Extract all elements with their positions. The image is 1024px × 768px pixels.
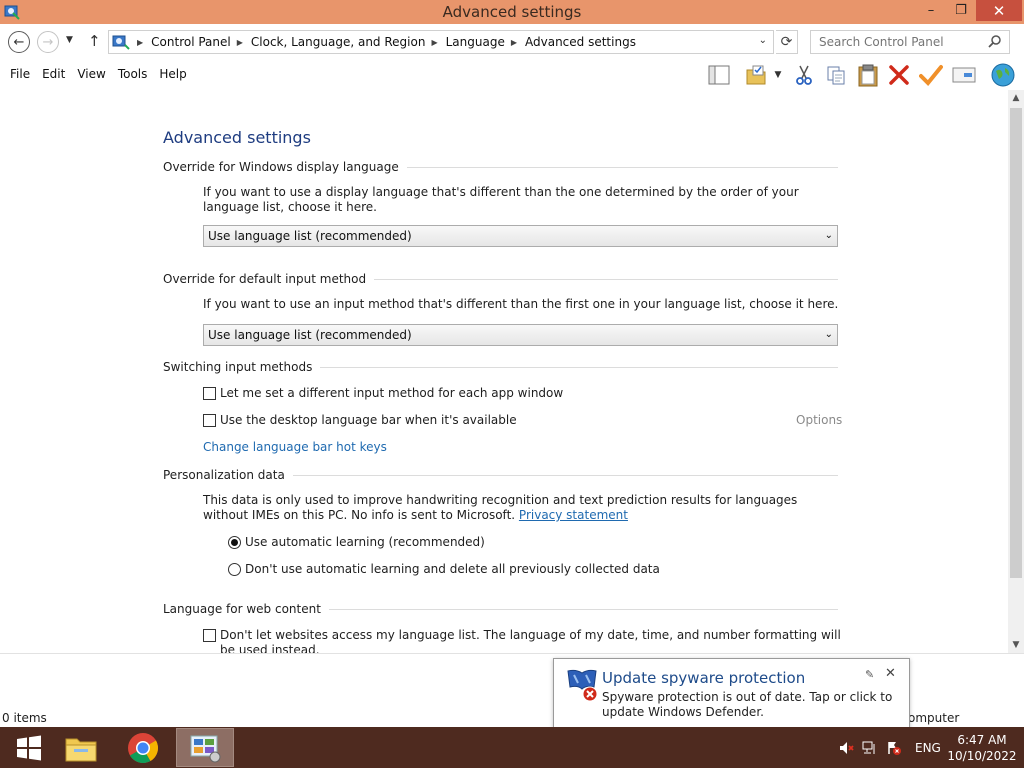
maximize-button[interactable]: ❐ — [948, 0, 974, 21]
search-icon[interactable] — [988, 34, 1002, 48]
per-app-input-checkbox[interactable] — [203, 386, 216, 400]
display-language-heading: Override for Windows display language — [163, 160, 838, 174]
display-language-description: If you want to use a display language th… — [203, 185, 799, 214]
personalization-description: This data is only used to improve handwr… — [203, 493, 798, 522]
item-count: 0 items — [2, 711, 47, 725]
language-bar-checkbox[interactable] — [203, 413, 216, 427]
breadcrumb-advanced-settings[interactable]: Advanced settings — [525, 35, 636, 49]
windows-logo-icon — [17, 735, 41, 760]
action-center-warning-icon[interactable] — [886, 727, 902, 768]
control-panel-icon — [190, 735, 221, 762]
scroll-down-arrow[interactable]: ▼ — [1008, 640, 1024, 650]
notification-close-button[interactable]: ✕ — [885, 666, 896, 681]
scrollbar-thumb[interactable] — [1010, 108, 1022, 578]
breadcrumb-language[interactable]: Language ▶ — [446, 35, 525, 49]
automatic-learning-radio-row[interactable]: Use automatic learning (recommended) — [228, 535, 485, 549]
properties-dropdown-icon[interactable]: ▼ — [768, 62, 788, 88]
automatic-learning-radio[interactable] — [228, 535, 241, 549]
page-title: Advanced settings — [163, 128, 311, 147]
clock[interactable]: 6:47 AM 10/10/2022 — [946, 732, 1018, 764]
web-language-checkbox[interactable] — [203, 629, 216, 642]
language-bar-checkbox-row[interactable]: Use the desktop language bar when it's a… — [203, 413, 517, 427]
windows-defender-warning-icon — [567, 669, 598, 702]
notification-title: Update spyware protection — [602, 669, 806, 687]
chevron-down-icon: ⌄ — [824, 329, 833, 340]
address-row: ← → ▼ ↑ ▶ Control Panel ▶ Clock, Language… — [0, 24, 1024, 60]
scroll-up-arrow[interactable]: ▲ — [1008, 93, 1024, 103]
address-dropdown[interactable]: ⌄ — [759, 35, 767, 46]
vertical-scrollbar[interactable]: ▲ ▼ — [1008, 90, 1024, 653]
control-panel-taskbar-button[interactable] — [176, 728, 234, 767]
address-bar[interactable]: ▶ Control Panel ▶ Clock, Language, and Re… — [108, 30, 774, 54]
forward-button[interactable]: → — [37, 31, 59, 53]
window-title: Advanced settings — [442, 3, 582, 21]
menu-help[interactable]: Help — [153, 67, 192, 81]
content-pane: Advanced settings Override for Windows d… — [0, 90, 1008, 653]
rename-icon[interactable] — [951, 62, 977, 88]
cut-icon[interactable] — [791, 62, 817, 88]
privacy-statement-link[interactable]: Privacy statement — [519, 508, 628, 522]
taskbar: ENG 6:47 AM 10/10/2022 — [0, 727, 1024, 768]
input-method-description: If you want to use an input method that'… — [203, 297, 839, 311]
control-panel-location-icon — [112, 35, 130, 50]
no-learning-radio[interactable] — [228, 562, 241, 576]
breadcrumb-separator[interactable]: ▶ — [131, 38, 151, 47]
recent-locations-dropdown[interactable]: ▼ — [66, 35, 73, 45]
breadcrumb-clock-language-region[interactable]: Clock, Language, and Region ▶ — [251, 35, 446, 49]
chevron-down-icon: ⌄ — [824, 230, 833, 241]
language-bar-options-link[interactable]: Options — [796, 413, 842, 427]
layout-icon[interactable] — [706, 62, 732, 88]
start-button[interactable] — [0, 728, 58, 767]
spyware-notification[interactable]: Update spyware protection Spyware protec… — [553, 658, 910, 729]
per-app-input-checkbox-row[interactable]: Let me set a different input method for … — [203, 386, 563, 400]
web-language-checkbox-row[interactable]: Don't let websites access my language li… — [203, 628, 843, 653]
chrome-button[interactable] — [114, 728, 172, 767]
delete-icon[interactable] — [886, 62, 912, 88]
input-method-select[interactable]: Use language list (recommended) ⌄ — [203, 324, 838, 346]
no-learning-radio-row[interactable]: Don't use automatic learning and delete … — [228, 562, 660, 576]
personalization-heading: Personalization data — [163, 468, 838, 482]
status-location: omputer — [908, 711, 960, 725]
network-icon[interactable] — [862, 727, 878, 768]
back-button[interactable]: ← — [8, 31, 30, 53]
minimize-button[interactable]: – — [918, 0, 944, 21]
file-explorer-icon — [65, 738, 97, 761]
pin-icon[interactable]: ✎ — [865, 668, 874, 681]
volume-muted-icon[interactable] — [838, 727, 854, 768]
close-button[interactable]: ✕ — [976, 0, 1022, 21]
display-language-select[interactable]: Use language list (recommended) ⌄ — [203, 225, 838, 247]
paste-icon[interactable] — [855, 62, 881, 88]
input-method-heading: Override for default input method — [163, 272, 838, 286]
menu-file[interactable]: File — [4, 67, 36, 81]
title-bar: Advanced settings – ❐ ✕ — [0, 0, 1024, 24]
refresh-button[interactable]: ⟳ — [776, 30, 798, 54]
copy-icon[interactable] — [823, 62, 849, 88]
web-content-heading: Language for web content — [163, 602, 838, 616]
search-input[interactable] — [810, 30, 1010, 54]
check-icon[interactable] — [918, 62, 944, 88]
switching-input-heading: Switching input methods — [163, 360, 838, 374]
input-language-indicator[interactable]: ENG — [915, 727, 941, 768]
notification-body: Spyware protection is out of date. Tap o… — [602, 690, 893, 719]
change-hotkeys-link[interactable]: Change language bar hot keys — [203, 440, 387, 454]
menu-view[interactable]: View — [71, 67, 111, 81]
up-button[interactable]: ↑ — [88, 32, 101, 50]
menu-tools[interactable]: Tools — [112, 67, 154, 81]
file-explorer-button[interactable] — [52, 728, 110, 767]
chrome-icon — [128, 732, 159, 763]
properties-icon[interactable] — [743, 62, 769, 88]
breadcrumb-control-panel[interactable]: Control Panel ▶ — [151, 35, 251, 49]
menu-bar: File Edit View Tools Help — [4, 67, 193, 81]
globe-icon[interactable] — [990, 62, 1016, 88]
menu-edit[interactable]: Edit — [36, 67, 71, 81]
